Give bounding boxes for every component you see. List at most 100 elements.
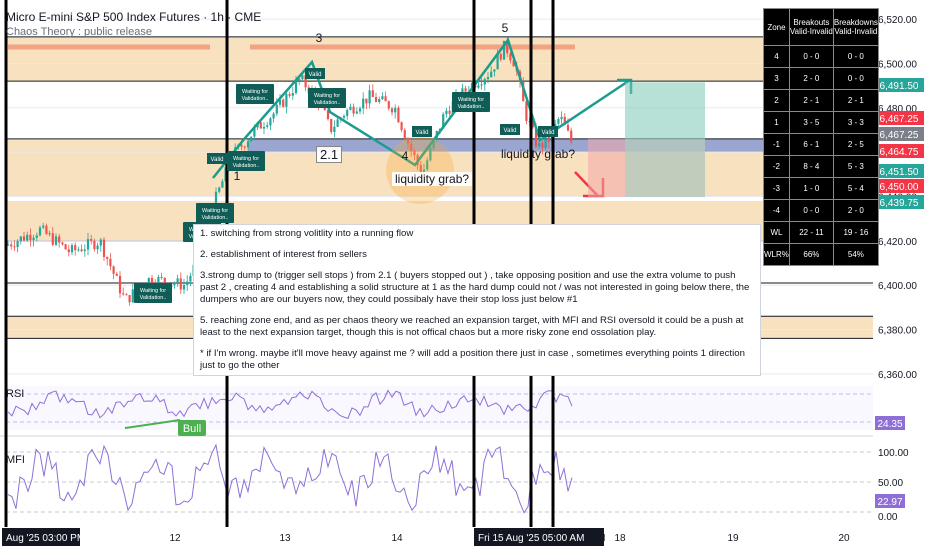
time-tick: 14 <box>391 533 403 544</box>
valid-badge-text: Valid <box>416 130 429 136</box>
candle-body <box>189 275 192 282</box>
stats-cell: 54% <box>832 243 879 266</box>
price-tick: 6,380.00 <box>878 326 917 337</box>
note-5: 5. reaching zone end, and as per chaos t… <box>200 315 744 338</box>
candle-body <box>70 245 74 253</box>
mfi-value: 22.97 <box>877 497 902 508</box>
candle-body <box>93 240 96 250</box>
rsi-pane <box>6 386 873 430</box>
candle-body <box>19 236 22 242</box>
candle-body <box>118 275 122 294</box>
candle-body <box>74 245 77 251</box>
stats-header-cell: Zone <box>763 8 790 46</box>
candle-body <box>10 244 13 247</box>
candle-body <box>67 249 70 253</box>
price-label: 6,450.00 <box>880 182 919 193</box>
stats-cell: 3 - 5 <box>788 111 834 134</box>
candle-body <box>58 236 61 243</box>
take-profit-box <box>625 82 705 139</box>
candle-body <box>26 234 29 241</box>
stats-cell: WL <box>763 221 790 244</box>
candle-body <box>464 88 467 92</box>
candle-body <box>333 126 336 132</box>
candle-body <box>250 136 253 142</box>
waiting-badge-text: Waiting for <box>140 288 166 294</box>
chart-subtitle: Chaos Theory : public release <box>6 26 152 38</box>
mfi-tick: 0.00 <box>878 512 898 523</box>
candle-body <box>358 108 362 112</box>
waiting-badge-text: Validation.. <box>233 163 260 169</box>
time-tick: Aug '25 03:00 PM <box>6 533 85 544</box>
valid-badge-text: Valid <box>504 128 517 134</box>
candle-body <box>243 146 246 148</box>
candle-body <box>259 122 262 129</box>
wave-label-4: 5 <box>502 21 509 35</box>
candle-body <box>557 119 560 124</box>
candle-body <box>403 130 406 140</box>
time-axis-bg <box>0 527 932 550</box>
candle-body <box>262 126 266 129</box>
stats-row: -2 8 - 45 - 3 <box>763 155 879 178</box>
stats-header-cell: Breakdowns Valid-Invalid <box>832 8 879 46</box>
candle-body <box>131 289 134 303</box>
stats-cell: 0 - 0 <box>788 45 834 68</box>
candle-body <box>86 239 90 250</box>
stats-cell: 2 - 0 <box>832 199 879 222</box>
time-tick: 13 <box>279 533 291 544</box>
valid-badge-text: Valid <box>309 72 322 78</box>
candle-body <box>336 119 339 127</box>
candle-body <box>330 119 333 132</box>
stats-cell: 5 - 3 <box>832 155 879 178</box>
candle-body <box>483 79 486 85</box>
stats-cell: 3 <box>763 67 790 90</box>
candle-body <box>45 225 48 234</box>
candle-body <box>275 104 278 114</box>
waiting-badge-text: Validation.. <box>202 215 229 221</box>
candle-body <box>13 246 16 248</box>
candle-body <box>355 111 358 114</box>
analysis-note: 1. switching from strong volitlity into … <box>193 224 761 376</box>
candle-body <box>352 106 355 114</box>
time-axis[interactable]: Aug '25 03:00 PM 12 13 14 Fri 15 Aug '25 05:… <box>0 527 932 550</box>
candle-body <box>486 77 490 80</box>
candle-body <box>182 285 186 290</box>
candle-body <box>35 235 38 238</box>
candle-body <box>525 101 528 121</box>
waiting-badge-text: Waiting for <box>202 208 228 214</box>
note-6: * if I'm wrong. maybe it'll move heavy a… <box>200 348 745 371</box>
candle-body <box>221 181 224 188</box>
candle-body <box>448 110 451 114</box>
stats-cell: -4 <box>763 199 790 222</box>
candle-body <box>499 53 502 60</box>
stats-cell: 19 - 16 <box>832 221 879 244</box>
stats-row: 13 - 53 - 3 <box>763 111 879 134</box>
candle-body <box>362 98 365 109</box>
rsi-value: 24.35 <box>877 419 902 430</box>
candle-body <box>266 125 269 127</box>
bull-badge-text: Bull <box>183 423 201 435</box>
candle-body <box>48 233 51 235</box>
candle-body <box>61 242 64 245</box>
chart-title: Micro E-mini S&P 500 Index Futures · 1h … <box>6 10 262 24</box>
candle-body <box>480 84 483 86</box>
candle-body <box>16 241 19 248</box>
time-tick: 18 <box>614 533 626 544</box>
candle-body <box>99 239 102 246</box>
candle-body <box>394 107 397 113</box>
price-label: 6,491.50 <box>880 81 919 92</box>
stats-cell: 0 - 0 <box>832 67 879 90</box>
wave-label-3: 4 <box>402 149 409 163</box>
candle-body <box>378 99 381 102</box>
price-axis[interactable]: 6,360.006,380.006,400.006,420.006,440.00… <box>873 0 932 385</box>
time-tick: 12 <box>169 533 181 544</box>
candle-body <box>384 96 387 102</box>
candle-body <box>365 98 368 104</box>
wave-label-2: 3 <box>316 31 323 45</box>
candle-body <box>387 101 390 109</box>
candle-body <box>381 96 384 100</box>
stats-cell: 5 - 4 <box>832 177 879 200</box>
time-tick: Fri 15 Aug '25 05:00 AM <box>478 533 584 544</box>
price-tick: 6,360.00 <box>878 370 917 381</box>
candle-body <box>218 187 221 192</box>
candle-body <box>566 124 570 131</box>
